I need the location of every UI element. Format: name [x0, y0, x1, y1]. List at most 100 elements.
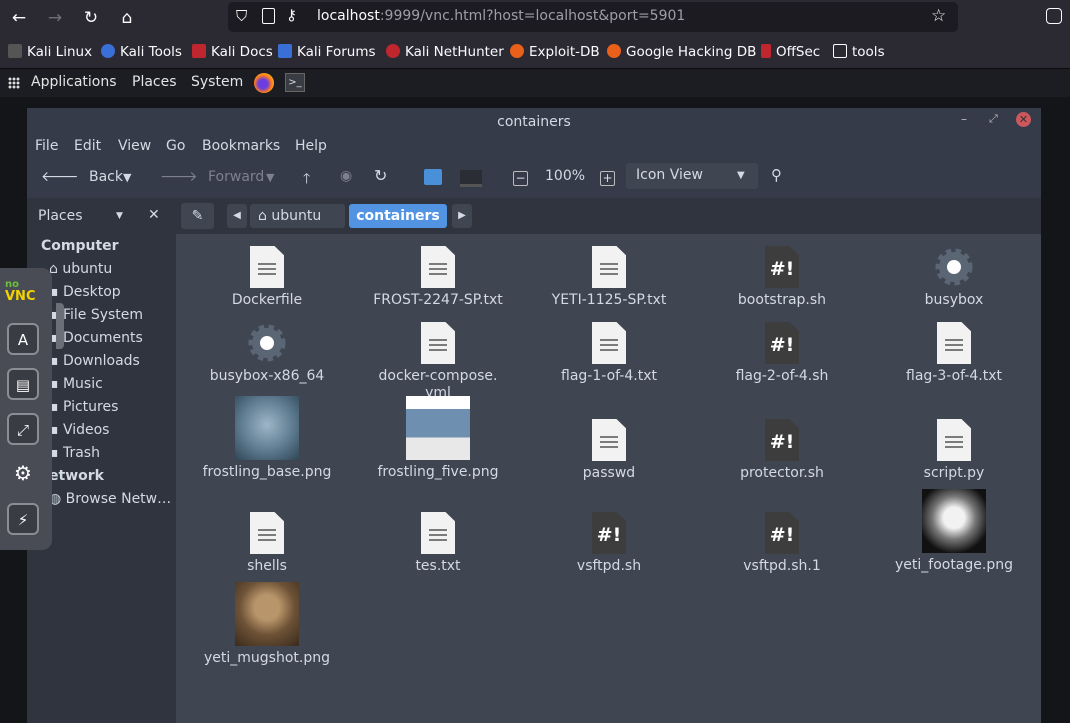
menu-bar: File Edit View Go Bookmarks Help [27, 136, 1041, 158]
sidebar-item-music[interactable]: ▪ Music [49, 376, 103, 392]
file-item[interactable]: #! protector.sh [697, 419, 867, 482]
bookmark-exploit-db[interactable]: Exploit-DB [510, 44, 600, 60]
disconnect-button[interactable]: ⚡ [7, 503, 39, 535]
url-bar[interactable]: ⛉ ⚷ localhost:9999/vnc.html?host=localho… [228, 2, 958, 32]
computer-icon[interactable] [460, 170, 482, 187]
image-thumbnail [235, 582, 299, 646]
sidebar-item-trash[interactable]: ▪ Trash [49, 445, 100, 461]
bookmark-offsec[interactable]: OffSec [761, 44, 820, 60]
file-item[interactable]: #! flag-2-of-4.sh [697, 322, 867, 385]
file-item[interactable]: docker-compose. yml [353, 322, 523, 402]
extra-keys-button[interactable]: A [7, 323, 39, 355]
file-item[interactable]: yeti_mugshot.png [182, 582, 352, 667]
novnc-logo: no VNC [5, 279, 36, 304]
forward-history-chevron-icon[interactable]: ▼ [266, 171, 274, 184]
edit-location-button[interactable]: ✎ [181, 203, 214, 229]
reload-icon[interactable]: ↻ [374, 166, 387, 185]
system-menu[interactable]: System [191, 74, 243, 90]
bookmark-kali-forums[interactable]: Kali Forums [278, 44, 376, 60]
crumb-ubuntu[interactable]: ⌂ ubuntu [250, 204, 345, 228]
browser-toolbar: ← → ↻ ⌂ ⛉ ⚷ localhost:9999/vnc.html?host… [0, 0, 1070, 36]
sidebar-item-desktop[interactable]: ▪ Desktop [49, 284, 121, 300]
shield-icon[interactable]: ⛉ [236, 7, 247, 25]
up-arrow-icon[interactable]: 🡑 [303, 168, 310, 192]
zoom-in-icon[interactable]: + [600, 171, 615, 186]
fullscreen-button[interactable]: ⤢ [7, 413, 39, 445]
home-icon[interactable]: ⌂ [114, 5, 140, 31]
file-item[interactable]: busybox-x86_64 [182, 322, 352, 385]
menu-go[interactable]: Go [166, 138, 185, 154]
app-grid-icon[interactable] [8, 77, 20, 89]
back-arrow-icon[interactable]: ← [6, 5, 32, 31]
sidebar-item-downloads[interactable]: ▪ Downloads [49, 353, 140, 369]
bookmark-kali-docs[interactable]: Kali Docs [192, 44, 273, 60]
file-item[interactable]: script.py [869, 419, 1039, 482]
sidebar-item-videos[interactable]: ▪ Videos [49, 422, 109, 438]
bookmark-tools-folder[interactable]: tools [833, 44, 885, 60]
terminal-icon[interactable]: >_ [285, 73, 305, 92]
text-file-icon [592, 322, 626, 364]
crumb-containers[interactable]: containers [349, 204, 447, 228]
file-view: Dockerfile FROST-2247-SP.txt YETI-1125-S… [176, 234, 1041, 723]
path-left-chevron-icon[interactable]: ◀ [227, 204, 247, 228]
file-item[interactable]: passwd [524, 419, 694, 482]
file-item[interactable]: YETI-1125-SP.txt [524, 246, 694, 309]
search-icon[interactable]: ⚲ [771, 166, 782, 184]
maximize-icon[interactable]: ⤢ [989, 112, 998, 126]
places-chevron-icon[interactable]: ▼ [116, 211, 123, 221]
title-bar[interactable]: containers – ⤢ ✕ [27, 108, 1041, 136]
novnc-handle[interactable] [56, 303, 64, 349]
close-icon[interactable]: ✕ [1016, 112, 1031, 127]
file-item[interactable]: #! vsftpd.sh.1 [697, 512, 867, 575]
kali-tools-icon [101, 44, 115, 58]
zoom-out-icon[interactable]: − [513, 171, 528, 186]
text-file-icon [592, 419, 626, 461]
back-history-chevron-icon[interactable]: ▼ [123, 171, 131, 184]
menu-edit[interactable]: Edit [74, 138, 101, 154]
forward-arrow-icon[interactable]: → [42, 5, 68, 31]
file-item[interactable]: #! bootstrap.sh [697, 246, 867, 309]
key-icon[interactable]: ⚷ [286, 6, 297, 24]
menu-view[interactable]: View [118, 138, 151, 154]
bookmark-kali-nethunter[interactable]: Kali NetHunter [386, 44, 504, 60]
back-button[interactable]: 🡐 Back [41, 168, 123, 185]
file-item[interactable]: yeti_footage.png [869, 489, 1039, 574]
sidebar-places-label[interactable]: Places [38, 208, 83, 224]
menu-bookmarks[interactable]: Bookmarks [202, 138, 280, 154]
file-item[interactable]: frostling_base.png [182, 396, 352, 481]
bookmark-kali-tools[interactable]: Kali Tools [101, 44, 182, 60]
menu-file[interactable]: File [35, 138, 58, 154]
sidebar-item-pictures[interactable]: ▪ Pictures [49, 399, 118, 415]
file-item[interactable]: Dockerfile [182, 246, 352, 309]
pocket-icon[interactable] [1046, 8, 1062, 24]
url-text[interactable]: localhost:9999/vnc.html?host=localhost&p… [317, 8, 685, 24]
file-item[interactable]: frostling_five.png [353, 396, 523, 481]
bookmark-star-icon[interactable]: ☆ [931, 6, 946, 26]
file-item[interactable]: flag-3-of-4.txt [869, 322, 1039, 385]
file-item[interactable]: shells [182, 512, 352, 575]
file-item[interactable]: FROST-2247-SP.txt [353, 246, 523, 309]
nethunter-icon [386, 44, 400, 58]
clipboard-button[interactable]: ▤ [7, 368, 39, 400]
stop-icon[interactable]: ◉ [340, 168, 352, 184]
minimize-icon[interactable]: – [961, 112, 967, 126]
places-menu[interactable]: Places [132, 74, 177, 90]
sidebar-item-browse-network[interactable]: ◍ Browse Netw… [49, 491, 171, 507]
file-item[interactable]: tes.txt [353, 512, 523, 575]
home-folder-icon[interactable] [424, 169, 442, 185]
file-item[interactable]: #! vsftpd.sh [524, 512, 694, 575]
firefox-icon[interactable] [254, 73, 274, 93]
settings-button[interactable]: ⚙ [7, 458, 39, 490]
applications-menu[interactable]: Applications [31, 74, 117, 90]
view-mode-select[interactable]: Icon View ▼ [626, 163, 758, 189]
reload-icon[interactable]: ↻ [78, 5, 104, 31]
sidebar-item-ubuntu[interactable]: ⌂ ubuntu [49, 261, 112, 277]
close-sidebar-icon[interactable]: ✕ [148, 207, 160, 223]
bookmark-ghdb[interactable]: Google Hacking DB [607, 44, 756, 60]
file-item[interactable]: busybox [869, 246, 1039, 309]
menu-help[interactable]: Help [295, 138, 327, 154]
bookmark-kali-linux[interactable]: Kali Linux [8, 44, 92, 60]
file-item[interactable]: flag-1-of-4.txt [524, 322, 694, 385]
forward-button[interactable]: 🡒 Forward [160, 168, 264, 185]
path-right-chevron-icon[interactable]: ▶ [452, 204, 472, 228]
